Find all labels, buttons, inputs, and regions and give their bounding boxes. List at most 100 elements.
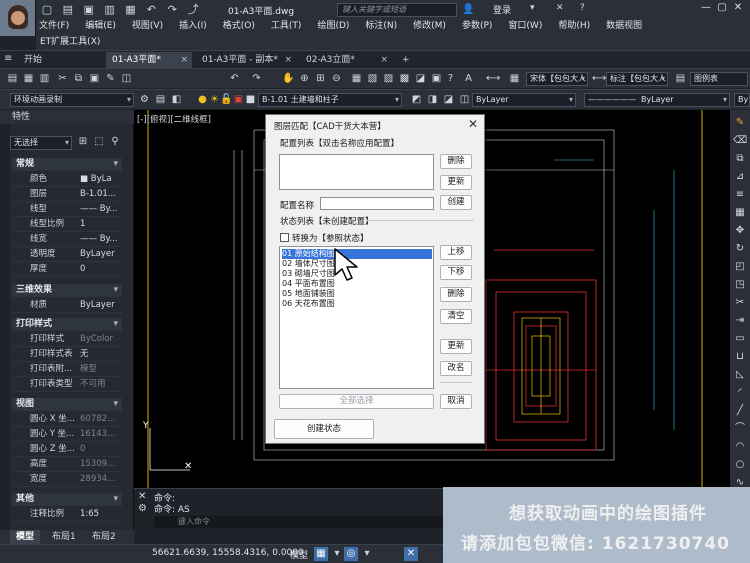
prop-row[interactable]: 打印表附... 模型 — [12, 362, 122, 377]
prop-row[interactable]: 圆心 X 坐... 60782... — [12, 412, 122, 427]
stretch-icon[interactable]: ◳ — [733, 278, 747, 292]
select-all-button[interactable]: 全部选择 — [279, 394, 434, 409]
prop-row[interactable]: 圆心 Z 坐... 0 — [12, 442, 122, 457]
move-icon[interactable]: ✥ — [733, 224, 747, 238]
undo-icon[interactable]: ↶ — [228, 72, 241, 85]
redo-icon[interactable]: ↷ — [250, 72, 263, 85]
linetype-select[interactable]: —————— ByLayer ▾ — [584, 93, 730, 107]
close-icon[interactable]: × — [180, 52, 188, 68]
line-icon[interactable]: ╱ — [733, 404, 747, 418]
open-file-icon[interactable]: ▤ — [61, 3, 75, 17]
viewport-controls[interactable]: [-][俯视][二维线框] — [137, 113, 211, 125]
close-icon[interactable]: × — [380, 52, 388, 68]
cancel-button[interactable]: 取消 — [440, 394, 472, 409]
model-space-toggle[interactable]: 模型 — [290, 548, 308, 561]
snap-icon[interactable]: ▾ — [330, 547, 344, 561]
menu-format[interactable]: 格式(O) — [223, 18, 255, 34]
prop-row[interactable]: 线宽 —— By... — [12, 232, 122, 247]
preview-icon[interactable]: ▦ — [22, 72, 35, 85]
zoom-window-icon[interactable]: ⊞ — [314, 72, 327, 85]
menu-edit[interactable]: 编辑(E) — [85, 18, 116, 34]
config-name-input[interactable] — [320, 197, 434, 210]
quick-select-icon[interactable]: ⚲ — [108, 136, 122, 150]
undo-icon[interactable]: ↶ — [144, 3, 158, 17]
mirror-icon[interactable]: ⊿ — [733, 170, 747, 184]
polyline-icon[interactable]: ⌒ — [733, 422, 747, 436]
menu-tools[interactable]: 工具(T) — [271, 18, 302, 34]
help-icon[interactable]: ? — [580, 3, 585, 13]
tab-01-a3-plan-copy[interactable]: 01-A3平面 - 副本* × — [196, 52, 296, 68]
menu-data-view[interactable]: 数据视图 — [606, 18, 642, 34]
publish-icon[interactable]: ▥ — [38, 72, 51, 85]
prop-row[interactable]: 打印表类型 不可用 — [12, 377, 122, 392]
config-list[interactable] — [279, 154, 434, 190]
search-input[interactable]: 键入关键字或短语 — [337, 3, 457, 17]
minimize-icon[interactable]: — — [698, 2, 714, 13]
tab-01-a3-plan[interactable]: 01-A3平面* × — [106, 52, 192, 68]
erase-icon[interactable]: ⌫ — [733, 134, 747, 148]
prop-row[interactable]: 打印样式表无 — [12, 347, 122, 362]
menu-help[interactable]: 帮助(H) — [558, 18, 590, 34]
table-icon[interactable]: ▤ — [674, 72, 687, 85]
text-style-select[interactable]: 宋体【包包大人 ▾ — [526, 72, 588, 86]
menu-file[interactable]: 文件(F) — [39, 18, 69, 34]
pan-icon[interactable]: ✋ — [282, 72, 295, 85]
menu-modify[interactable]: 修改(M) — [413, 18, 446, 34]
share-icon[interactable]: ⤴ — [186, 3, 200, 17]
palette-side-bar[interactable] — [0, 124, 10, 530]
tool-palettes-icon[interactable]: ▨ — [382, 72, 395, 85]
lineweight-select[interactable]: ByL — [734, 93, 750, 107]
convert-checkbox[interactable] — [280, 233, 289, 242]
user-avatar[interactable] — [0, 0, 36, 36]
wrench-icon[interactable]: ⚙ — [138, 503, 147, 514]
copy-icon[interactable]: ⧉ — [72, 72, 85, 85]
menu-icon[interactable]: ≡ — [4, 53, 12, 64]
properties-icon[interactable]: ▦ — [350, 72, 363, 85]
close-icon[interactable]: × — [284, 52, 292, 68]
exchange-icon[interactable]: ✕ — [556, 3, 564, 13]
move-up-button[interactable]: 上移 — [440, 245, 472, 260]
tab-model[interactable]: 模型 — [10, 530, 41, 544]
section-misc[interactable]: 其他 ▾ — [12, 493, 122, 506]
layer-properties-icon[interactable]: ▤ — [154, 93, 167, 106]
new-file-icon[interactable]: ▢ — [40, 3, 54, 17]
grid-icon[interactable]: ▦ — [314, 547, 328, 561]
chamfer-icon[interactable]: ◺ — [733, 368, 747, 382]
match-properties-icon[interactable]: ✎ — [104, 72, 117, 85]
prop-row[interactable]: 注释比例 1:65 — [12, 507, 122, 522]
close-icon[interactable]: ✕ — [138, 491, 146, 502]
rename-button[interactable]: 改名 — [440, 361, 472, 376]
prop-row[interactable]: 宽度 28934... — [12, 472, 122, 487]
clear-button[interactable]: 清空 — [440, 309, 472, 324]
layer-previous-icon[interactable]: ◨ — [426, 93, 439, 106]
tab-start[interactable]: 开始 — [18, 52, 102, 68]
table-style-icon[interactable]: ▦ — [508, 72, 521, 85]
move-down-button[interactable]: 下移 — [440, 265, 472, 280]
block-editor-icon[interactable]: ◫ — [120, 72, 133, 85]
trim-icon[interactable]: ✂ — [733, 296, 747, 310]
rotate-icon[interactable]: ↻ — [733, 242, 747, 256]
menu-dimension[interactable]: 标注(N) — [365, 18, 397, 34]
menu-express-tools[interactable]: ET扩展工具(X) — [36, 34, 750, 50]
design-center-icon[interactable]: ▧ — [366, 72, 379, 85]
prop-row[interactable]: 图层 B-1.01... — [12, 187, 122, 202]
section-general[interactable]: 常规 ▾ — [12, 158, 122, 171]
calculator-icon[interactable]: ▣ — [430, 72, 443, 85]
menu-view[interactable]: 视图(V) — [132, 18, 163, 34]
arc-icon[interactable]: ◠ — [733, 440, 747, 454]
prop-row[interactable]: 线型 —— By... — [12, 202, 122, 217]
redo-icon[interactable]: ↷ — [165, 3, 179, 17]
text-style-icon[interactable]: A — [462, 72, 475, 85]
create-config-button[interactable]: 创建 — [440, 195, 472, 210]
toggle-pickadd-icon[interactable]: ⊞ — [76, 136, 90, 150]
offset-icon[interactable]: ≡ — [733, 188, 747, 202]
list-item[interactable]: 05 地面铺装图 — [282, 289, 432, 299]
make-current-icon[interactable]: ◩ — [410, 93, 423, 106]
workspace-select[interactable]: 环境动画录制 ▾ — [10, 93, 134, 107]
help-icon[interactable]: ? — [444, 72, 457, 85]
copy-icon[interactable]: ⧉ — [733, 152, 747, 166]
prop-row[interactable]: 高度 15309... — [12, 457, 122, 472]
zoom-realtime-icon[interactable]: ⊕ — [298, 72, 311, 85]
section-view[interactable]: 视图 ▾ — [12, 398, 122, 411]
plot-icon[interactable]: ▦ — [124, 3, 138, 17]
